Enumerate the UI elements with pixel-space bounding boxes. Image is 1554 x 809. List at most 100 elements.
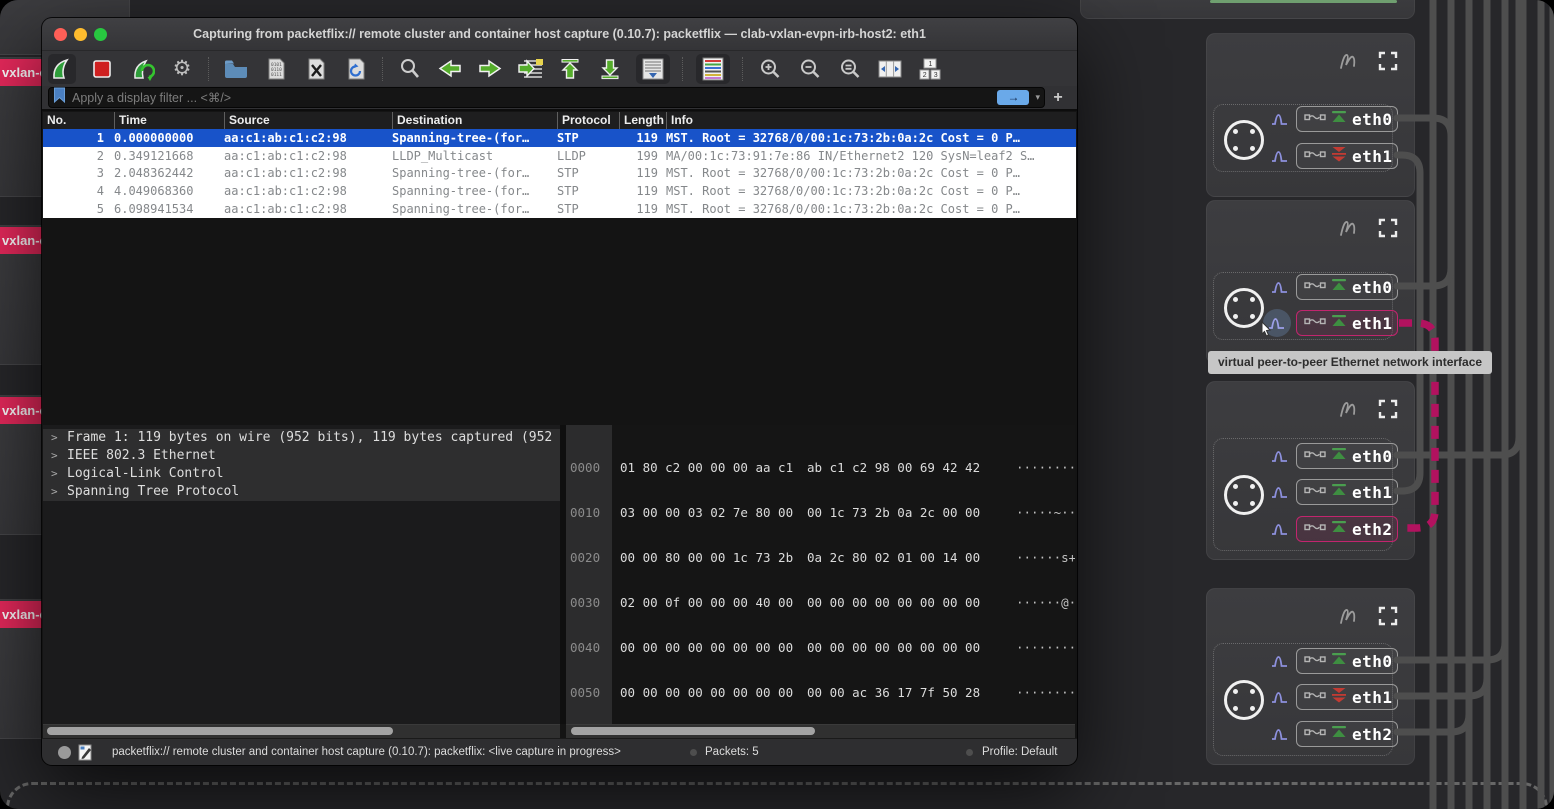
- auto-scroll-button[interactable]: [636, 54, 670, 84]
- hex-row[interactable]: 001003 00 00 03 02 7e 80 0000 1c 73 2b 0…: [570, 505, 1075, 520]
- close-file-button[interactable]: [302, 54, 330, 84]
- interface-pill[interactable]: eth0: [1296, 274, 1398, 300]
- go-to-packet-button[interactable]: [516, 54, 544, 84]
- interface-pill[interactable]: eth0: [1296, 106, 1398, 132]
- interface-tooltip: virtual peer-to-peer Ethernet network in…: [1208, 351, 1492, 374]
- svg-text:2: 2: [923, 72, 927, 79]
- packet-capture-icon[interactable]: [1267, 727, 1293, 741]
- expand-arrow-icon[interactable]: >: [51, 483, 67, 501]
- detail-tree-item[interactable]: >IEEE 802.3 Ethernet: [43, 447, 560, 465]
- interface-pill-selected[interactable]: eth1: [1296, 310, 1398, 336]
- interface-name: eth1: [1352, 688, 1393, 707]
- resize-columns-button[interactable]: [876, 54, 904, 84]
- capture-status-text: packetflix:// remote cluster and contain…: [112, 739, 621, 765]
- packet-row[interactable]: 32.048362442aa:c1:ab:c1:c2:98Spanning-tr…: [43, 165, 1076, 183]
- expert-info-indicator[interactable]: [58, 746, 71, 759]
- reload-file-button[interactable]: [342, 54, 370, 84]
- interface-pill[interactable]: eth1: [1296, 684, 1398, 710]
- stop-capture-button[interactable]: [88, 54, 116, 84]
- find-packet-button[interactable]: [396, 54, 424, 84]
- packet-capture-icon[interactable]: [1267, 485, 1293, 499]
- restart-capture-button[interactable]: [128, 54, 156, 84]
- packet-capture-icon[interactable]: [1267, 112, 1293, 126]
- interface-name: eth0: [1352, 110, 1393, 129]
- column-header-no[interactable]: No.: [43, 112, 114, 129]
- detail-tree-item[interactable]: >Frame 1: 119 bytes on wire (952 bits), …: [43, 429, 560, 447]
- fullscreen-icon[interactable]: [1378, 218, 1398, 243]
- open-file-button[interactable]: [222, 54, 250, 84]
- capture-stats-icon[interactable]: [1336, 50, 1362, 77]
- interface-pill[interactable]: eth0: [1296, 443, 1398, 469]
- interface-pill-selected[interactable]: eth2: [1296, 516, 1398, 542]
- hex-row[interactable]: 000001 80 c2 00 00 00 aa c1ab c1 c2 98 0…: [570, 460, 1075, 475]
- expand-arrow-icon[interactable]: >: [51, 447, 67, 465]
- hex-row[interactable]: 002000 00 80 00 00 1c 73 2b0a 2c 80 02 0…: [570, 550, 1075, 565]
- capture-stats-icon[interactable]: [1336, 217, 1362, 244]
- hex-pane-hscrollbar-thumb[interactable]: [571, 727, 815, 735]
- hex-row[interactable]: 005000 00 00 00 00 00 00 0000 00 ac 36 1…: [570, 685, 1075, 700]
- window-titlebar[interactable]: Capturing from packetflix:// remote clus…: [42, 18, 1077, 51]
- packet-capture-icon[interactable]: [1267, 280, 1293, 294]
- packet-capture-icon[interactable]: [1267, 149, 1293, 163]
- packet-row[interactable]: 56.098941534aa:c1:ab:c1:c2:98Spanning-tr…: [43, 200, 1076, 218]
- interface-pill[interactable]: eth1: [1296, 479, 1398, 505]
- column-header-destination[interactable]: Destination: [392, 112, 557, 129]
- apply-filter-button[interactable]: →: [997, 90, 1029, 105]
- profile-label[interactable]: Profile: Default: [982, 739, 1057, 765]
- column-header-time[interactable]: Time: [114, 112, 224, 129]
- capture-stats-icon[interactable]: [1336, 605, 1362, 632]
- add-filter-button[interactable]: +: [1045, 89, 1071, 107]
- detail-pane-hscrollbar-thumb[interactable]: [47, 727, 393, 735]
- go-to-first-packet-button[interactable]: [556, 54, 584, 84]
- zoom-original-button[interactable]: [836, 54, 864, 84]
- container-icon[interactable]: [1224, 680, 1264, 720]
- packet-capture-icon[interactable]: [1267, 690, 1293, 704]
- interface-pill[interactable]: eth0: [1296, 648, 1398, 674]
- capture-options-button[interactable]: ⚙: [168, 54, 196, 84]
- column-header-length[interactable]: Length: [619, 112, 666, 129]
- wireshark-window: Capturing from packetflix:// remote clus…: [42, 18, 1077, 765]
- column-header-protocol[interactable]: Protocol: [557, 112, 619, 129]
- go-forward-button[interactable]: [476, 54, 504, 84]
- veth-link-icon: [1304, 110, 1326, 128]
- container-icon[interactable]: [1224, 288, 1264, 328]
- detail-tree-item[interactable]: >Logical-Link Control: [43, 465, 560, 483]
- veth-link-icon: [1304, 725, 1326, 743]
- interface-name: eth0: [1352, 278, 1393, 297]
- hex-row[interactable]: 003002 00 0f 00 00 00 40 0000 00 00 00 0…: [570, 595, 1075, 610]
- container-icon[interactable]: [1224, 120, 1264, 160]
- bookmark-icon[interactable]: [53, 87, 66, 108]
- filter-history-caret[interactable]: ▾: [1035, 92, 1040, 103]
- display-filter-input[interactable]: Apply a display filter ... <⌘/> → ▾: [48, 87, 1045, 108]
- packet-capture-icon[interactable]: [1267, 654, 1293, 668]
- save-file-button[interactable]: 010101100111: [262, 54, 290, 84]
- hex-row[interactable]: 004000 00 00 00 00 00 00 0000 00 00 00 0…: [570, 640, 1075, 655]
- packet-row[interactable]: 20.349121668aa:c1:ab:c1:c2:98LLDP_Multic…: [43, 147, 1076, 165]
- lab-boundary-outline: [6, 782, 1548, 809]
- packet-row-selected[interactable]: 10.000000000aa:c1:ab:c1:c2:98Spanning-tr…: [43, 129, 1076, 147]
- window-title: Capturing from packetflix:// remote clus…: [42, 18, 1077, 50]
- go-to-last-packet-button[interactable]: [596, 54, 624, 84]
- fullscreen-icon[interactable]: [1378, 606, 1398, 631]
- packet-capture-icon[interactable]: [1267, 449, 1293, 463]
- zoom-out-button[interactable]: [796, 54, 824, 84]
- start-capture-button[interactable]: [48, 54, 76, 84]
- fullscreen-icon[interactable]: [1378, 51, 1398, 76]
- expand-arrow-icon[interactable]: >: [51, 465, 67, 483]
- fullscreen-icon[interactable]: [1378, 399, 1398, 424]
- container-icon[interactable]: [1224, 475, 1264, 515]
- packet-row[interactable]: 44.049068360aa:c1:ab:c1:c2:98Spanning-tr…: [43, 182, 1076, 200]
- go-back-button[interactable]: [436, 54, 464, 84]
- packet-capture-icon-hover[interactable]: [1263, 309, 1291, 337]
- column-header-source[interactable]: Source: [224, 112, 392, 129]
- zoom-in-button[interactable]: [756, 54, 784, 84]
- packet-capture-icon[interactable]: [1267, 522, 1293, 536]
- interface-pill[interactable]: eth2: [1296, 721, 1398, 747]
- toggle-column-layout-button[interactable]: 123: [916, 54, 944, 84]
- capture-stats-icon[interactable]: [1336, 398, 1362, 425]
- column-header-info[interactable]: Info: [666, 112, 1076, 129]
- detail-tree-item[interactable]: >Spanning Tree Protocol: [43, 483, 560, 501]
- expand-arrow-icon[interactable]: >: [51, 429, 67, 447]
- interface-pill[interactable]: eth1: [1296, 143, 1398, 169]
- colorize-packets-button[interactable]: [696, 54, 730, 84]
